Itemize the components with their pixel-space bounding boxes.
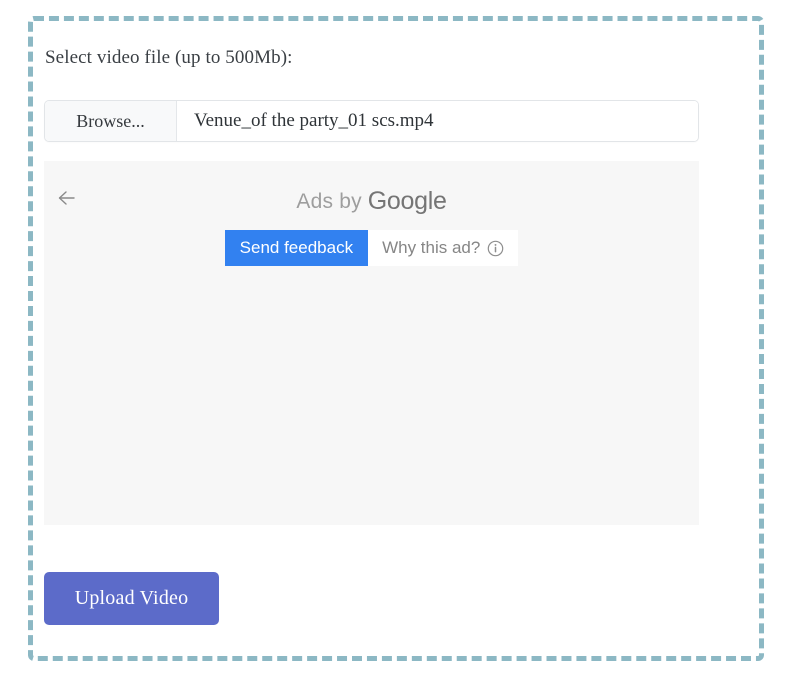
google-ad-panel: Ads by Google Send feedback Why this ad? <box>44 161 699 525</box>
ad-attribution: Ads by Google <box>44 189 699 214</box>
google-wordmark: Google <box>368 187 447 215</box>
file-input-group[interactable]: Browse... Venue_of the party_01 scs.mp4 <box>44 100 699 142</box>
selected-file-name[interactable]: Venue_of the party_01 scs.mp4 <box>177 101 698 141</box>
ad-attribution-prefix: Ads by <box>296 190 361 213</box>
why-this-ad-label: Why this ad? <box>382 230 480 266</box>
ad-action-bar: Send feedback Why this ad? <box>44 230 699 266</box>
page-title: Select video file (up to 500Mb): <box>45 47 293 69</box>
info-circle-icon <box>487 240 504 257</box>
upload-video-button[interactable]: Upload Video <box>44 572 219 625</box>
send-feedback-button[interactable]: Send feedback <box>225 230 368 266</box>
why-this-ad-button[interactable]: Why this ad? <box>368 230 518 266</box>
browse-button[interactable]: Browse... <box>45 101 177 141</box>
